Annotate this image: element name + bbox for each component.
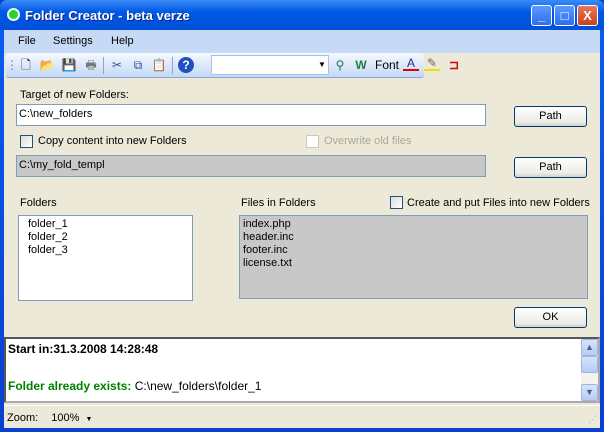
menu-help[interactable]: Help bbox=[111, 35, 134, 47]
help-icon[interactable]: ? bbox=[178, 57, 194, 73]
log-exists-path: C:\new_folders\folder_1 bbox=[134, 379, 262, 393]
app-icon bbox=[7, 8, 20, 21]
ok-button[interactable]: OK bbox=[514, 307, 587, 328]
font-color-icon[interactable]: A bbox=[403, 57, 419, 71]
list-item[interactable]: folder_3 bbox=[28, 244, 189, 257]
resize-grip-icon[interactable]: ⋰ bbox=[588, 414, 597, 425]
cut-icon[interactable]: ✂ bbox=[109, 57, 125, 73]
list-item[interactable]: folder_2 bbox=[28, 231, 189, 244]
chevron-down-icon[interactable]: ▼ bbox=[85, 416, 92, 423]
find-icon[interactable]: ⚲ bbox=[332, 57, 348, 73]
overwrite-checkbox[interactable] bbox=[306, 135, 319, 148]
template-path-button[interactable]: Path bbox=[514, 157, 587, 178]
close-button[interactable]: X bbox=[577, 5, 598, 26]
toolbar: ⋮ 🗋 📂 💾 🖶 ✂ ⧉ 📋 ? ▼ ⚲ W Font A ✎ ⊐ bbox=[6, 53, 459, 78]
menu-bar: File Settings Help bbox=[4, 30, 600, 53]
create-files-checkbox[interactable] bbox=[390, 196, 403, 209]
scroll-thumb[interactable] bbox=[581, 356, 598, 373]
print-icon[interactable]: 🖶 bbox=[83, 57, 99, 73]
log-output[interactable]: Start in:31.3.2008 14:28:48 Folder alrea… bbox=[4, 337, 600, 403]
log-start: Start in:31.3.2008 14:28:48 bbox=[8, 342, 159, 356]
new-file-icon[interactable]: 🗋 bbox=[18, 57, 34, 73]
files-label: Files in Folders bbox=[241, 197, 316, 209]
minimize-button[interactable]: _ bbox=[531, 5, 552, 26]
list-item[interactable]: header.inc bbox=[243, 231, 584, 244]
target-label: Target of new Folders: bbox=[20, 89, 129, 101]
client-area: File Settings Help ⋮ 🗋 📂 💾 🖶 ✂ ⧉ 📋 ? ▼ ⚲… bbox=[4, 30, 600, 428]
grip-icon[interactable]: ⋮ bbox=[6, 57, 18, 73]
toolbar-separator bbox=[103, 57, 104, 74]
folders-label: Folders bbox=[20, 197, 57, 209]
files-list[interactable]: index.php header.inc footer.inc license.… bbox=[239, 215, 588, 299]
window-title: Folder Creator - beta verze bbox=[25, 8, 190, 23]
open-folder-icon[interactable]: 📂 bbox=[39, 57, 55, 73]
copy-content-checkbox[interactable] bbox=[20, 135, 33, 148]
zoom-value[interactable]: 100% bbox=[51, 412, 79, 424]
target-path-input[interactable]: C:\new_folders bbox=[16, 104, 486, 126]
title-bar[interactable]: Folder Creator - beta verze _ □ X bbox=[0, 0, 604, 30]
log-line: Folder already exists: C:\new_folders\fo… bbox=[8, 379, 261, 393]
target-path-button[interactable]: Path bbox=[514, 106, 587, 127]
folders-list[interactable]: folder_1 folder_2 folder_3 bbox=[18, 215, 193, 301]
list-item[interactable]: index.php bbox=[243, 218, 584, 231]
scroll-up-icon[interactable]: ▲ bbox=[581, 339, 598, 356]
maximize-button[interactable]: □ bbox=[554, 5, 575, 26]
copy-content-label: Copy content into new Folders bbox=[38, 135, 187, 147]
chevron-down-icon[interactable]: ▼ bbox=[316, 56, 328, 74]
paste-icon[interactable]: 📋 bbox=[151, 57, 167, 73]
app-window: Folder Creator - beta verze _ □ X File S… bbox=[0, 0, 604, 432]
copy-icon[interactable]: ⧉ bbox=[130, 57, 146, 73]
zoom-label: Zoom: bbox=[7, 412, 39, 424]
font-button[interactable]: Font bbox=[374, 57, 400, 73]
toolbar-combo[interactable]: ▼ bbox=[211, 55, 329, 75]
log-scrollbar[interactable]: ▲ ▼ bbox=[581, 339, 598, 401]
template-path-input[interactable]: C:\my_fold_templ bbox=[16, 155, 486, 177]
menu-file[interactable]: File bbox=[18, 35, 36, 47]
status-bar: Zoom: 100% ▼ ⋰ bbox=[4, 405, 600, 428]
menu-settings[interactable]: Settings bbox=[53, 35, 93, 47]
log-exists-label: Folder already exists: bbox=[8, 379, 132, 393]
list-item[interactable]: folder_1 bbox=[28, 218, 189, 231]
overwrite-label: Overwrite old files bbox=[324, 135, 412, 147]
create-files-label: Create and put Files into new Folders bbox=[407, 197, 590, 209]
toolbar-separator bbox=[172, 57, 173, 74]
scroll-down-icon[interactable]: ▼ bbox=[581, 384, 598, 401]
list-item[interactable]: footer.inc bbox=[243, 244, 584, 257]
replace-icon[interactable]: W bbox=[353, 57, 369, 73]
border-icon[interactable]: ⊐ bbox=[446, 57, 462, 73]
list-item[interactable]: license.txt bbox=[243, 257, 584, 270]
highlight-icon[interactable]: ✎ bbox=[424, 57, 440, 71]
save-icon[interactable]: 💾 bbox=[61, 57, 77, 73]
